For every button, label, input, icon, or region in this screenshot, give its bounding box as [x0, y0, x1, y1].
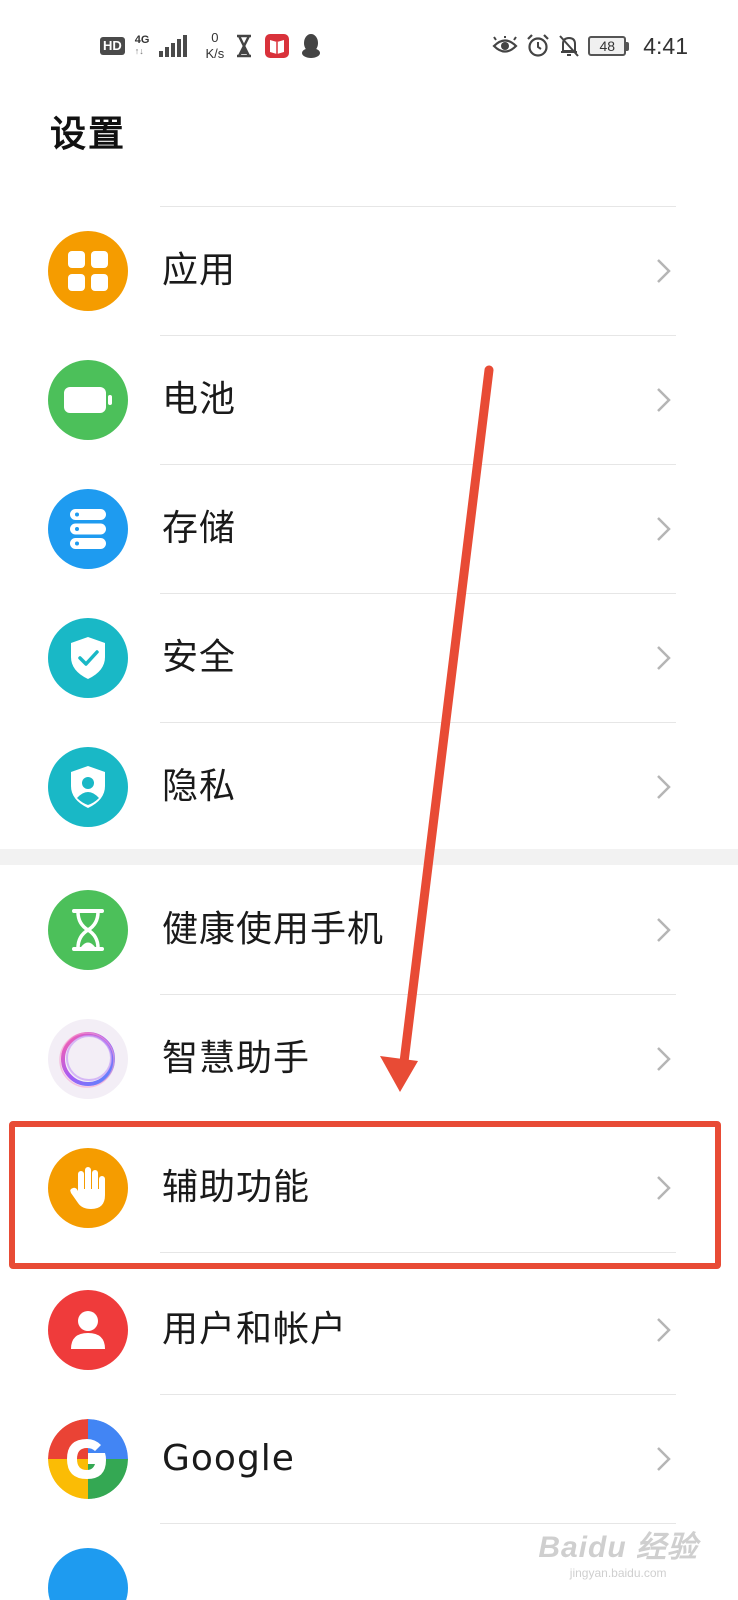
partial-item-icon [48, 1548, 128, 1600]
network-arrows: ↑↓ [134, 46, 144, 56]
battery-tip [626, 41, 630, 51]
watermark-url: jingyan.baidu.com [569, 1566, 667, 1580]
qq-icon [302, 34, 321, 58]
watermark-logo: Baidu 经验 [538, 1531, 698, 1564]
settings-item-label: 用户和帐户 [162, 1309, 348, 1350]
user-icon [48, 1290, 128, 1370]
chevron-right-icon [657, 259, 671, 283]
settings-item-storage[interactable]: 存储 [0, 465, 738, 594]
settings-item-users-accounts[interactable]: 用户和帐户 [0, 1253, 738, 1395]
settings-item-privacy[interactable]: 隐私 [0, 723, 738, 852]
settings-item-label: 隐私 [162, 766, 237, 807]
hourglass-status-icon [237, 34, 252, 58]
hourglass-icon [48, 890, 128, 970]
status-bar-left: HD 4G ↑↓ 0 K/s [100, 26, 322, 66]
watermark: Baidu 经验 jingyan.baidu.com [538, 1522, 698, 1580]
settings-item-security[interactable]: 安全 [0, 594, 738, 723]
settings-item-digital-balance[interactable]: 健康使用手机 [0, 866, 738, 995]
settings-item-smart-assistant[interactable]: 智慧助手 [0, 995, 738, 1124]
chevron-right-icon [657, 918, 671, 942]
hd-badge: HD [100, 37, 125, 55]
apps-grid-icon [48, 231, 128, 311]
eye-comfort-icon [492, 36, 518, 53]
chevron-right-icon [657, 1047, 671, 1071]
settings-list-group-2: 健康使用手机 智慧助手 辅助功能 用户和帐户 Google [0, 866, 738, 1600]
settings-item-label: 电池 [162, 379, 237, 420]
network-indicator: 4G ↑↓ [135, 35, 150, 57]
chevron-right-icon [657, 1318, 671, 1342]
chevron-right-icon [657, 1447, 671, 1471]
status-bar-right: 48 4:41 [492, 26, 688, 66]
chevron-right-icon [657, 646, 671, 670]
status-bar: HD 4G ↑↓ 0 K/s 48 4:41 [0, 0, 738, 90]
chevron-right-icon [657, 775, 671, 799]
network-speed: 0 K/s [205, 30, 224, 62]
speed-value: 0 [211, 30, 219, 45]
shield-check-icon [48, 618, 128, 698]
settings-item-label: 健康使用手机 [162, 909, 385, 950]
signal-icon [159, 35, 188, 57]
chevron-right-icon [657, 517, 671, 541]
battery-icon [48, 360, 128, 440]
storage-icon [48, 489, 128, 569]
book-app-icon [265, 34, 290, 58]
network-type: 4G [134, 34, 150, 46]
hand-icon [48, 1148, 128, 1228]
settings-item-label: 存储 [162, 508, 237, 549]
privacy-shield-icon [48, 747, 128, 827]
google-icon [48, 1419, 128, 1499]
clock: 4:41 [643, 32, 688, 59]
settings-list-group-1: 应用 电池 存储 安全 隐私 [0, 207, 738, 852]
page-title: 设置 [50, 114, 127, 155]
settings-item-apps[interactable]: 应用 [0, 207, 738, 336]
speed-unit: K/s [205, 46, 225, 61]
settings-item-accessibility[interactable]: 辅助功能 [0, 1124, 738, 1253]
settings-item-label: 安全 [162, 637, 237, 678]
settings-item-label: 应用 [162, 250, 237, 291]
settings-item-battery[interactable]: 电池 [0, 336, 738, 465]
mute-bell-icon [559, 35, 579, 57]
chevron-right-icon [657, 1176, 671, 1200]
smart-assistant-icon [48, 1019, 128, 1099]
settings-item-google[interactable]: Google [0, 1395, 738, 1524]
battery-indicator: 48 [588, 36, 630, 56]
section-separator [0, 849, 738, 865]
settings-item-label: 辅助功能 [162, 1167, 311, 1208]
settings-item-label: Google [162, 1438, 295, 1479]
chevron-right-icon [657, 388, 671, 412]
settings-item-label: 智慧助手 [162, 1038, 311, 1079]
alarm-icon [527, 34, 550, 57]
battery-level: 48 [588, 36, 627, 56]
